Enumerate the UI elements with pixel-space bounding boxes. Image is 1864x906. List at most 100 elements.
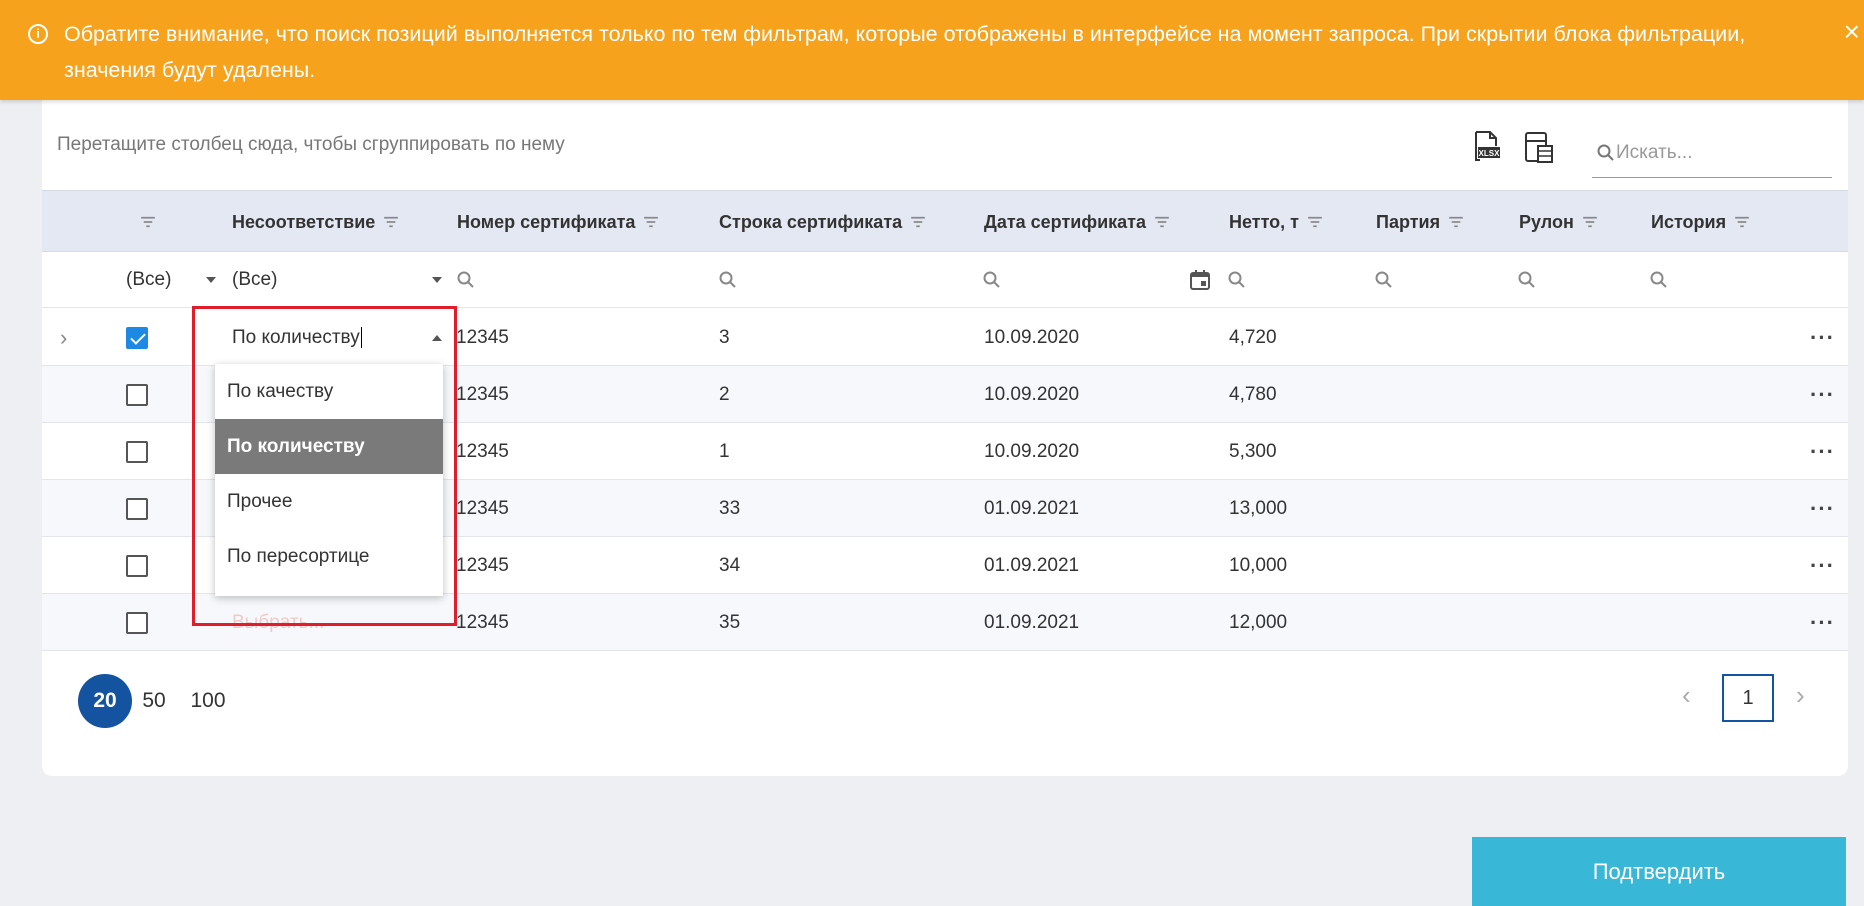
- column-label: Нетто, т: [1229, 211, 1299, 232]
- column-chooser-icon[interactable]: [1522, 130, 1554, 164]
- checkbox[interactable]: [126, 497, 148, 520]
- cert-line-cell: 2: [719, 383, 730, 405]
- cert-number-filter[interactable]: [456, 252, 476, 308]
- row-checkbox[interactable]: [126, 309, 148, 366]
- calendar-icon[interactable]: [1189, 252, 1211, 308]
- cert-line-cell: 1: [719, 440, 730, 462]
- cert-number-cell: 12345: [456, 611, 509, 633]
- more-actions-icon[interactable]: ···: [1810, 594, 1835, 651]
- cert-line-filter[interactable]: [718, 252, 738, 308]
- cert-date-cell: 10.09.2020: [984, 326, 1080, 348]
- checkbox[interactable]: [126, 554, 148, 577]
- checkbox[interactable]: [126, 326, 148, 349]
- net-cell: 10,000: [1229, 554, 1288, 576]
- search-icon: [1518, 271, 1535, 288]
- filter-icon[interactable]: [1154, 216, 1170, 228]
- cert-number-cell: 12345: [456, 440, 509, 462]
- roll-filter[interactable]: [1517, 252, 1537, 308]
- column-label: Строка сертификата: [719, 211, 903, 232]
- row-checkbox[interactable]: [126, 537, 148, 594]
- chevron-down-icon: [432, 277, 442, 283]
- filter-icon[interactable]: [643, 216, 659, 228]
- row-checkbox[interactable]: [126, 594, 148, 651]
- banner-text: Обратите внимание, что поиск позиций вып…: [64, 22, 1746, 82]
- history-filter[interactable]: [1649, 252, 1669, 308]
- checkbox[interactable]: [126, 383, 148, 406]
- column-header-roll[interactable]: Рулон: [1519, 191, 1598, 253]
- row-checkbox[interactable]: [126, 423, 148, 480]
- chevron-left-icon[interactable]: ‹: [1682, 680, 1691, 711]
- net-cell: 4,720: [1229, 326, 1277, 348]
- expand-chevron-icon[interactable]: ›: [60, 309, 67, 366]
- column-header-cert-number[interactable]: Номер сертификата: [457, 191, 659, 253]
- filter-icon[interactable]: [1307, 216, 1323, 228]
- close-icon[interactable]: ×: [1844, 18, 1860, 46]
- column-label: Номер сертификата: [457, 211, 636, 232]
- batch-filter[interactable]: [1374, 252, 1394, 308]
- column-label: История: [1651, 211, 1727, 232]
- page-number-button[interactable]: 1: [1722, 674, 1774, 722]
- mismatch-filter-dropdown[interactable]: (Все): [232, 252, 442, 308]
- mismatch-filter-value: (Все): [232, 269, 278, 290]
- page-size-20[interactable]: 20: [78, 674, 132, 728]
- cert-number-cell: 12345: [456, 554, 509, 576]
- column-header-cert-date[interactable]: Дата сертификата: [984, 191, 1170, 253]
- checkbox[interactable]: [126, 611, 148, 634]
- cert-date-cell: 10.09.2020: [984, 440, 1080, 462]
- page-size-100[interactable]: 100: [182, 674, 234, 728]
- net-cell: 12,000: [1229, 611, 1288, 633]
- search-icon: [1375, 271, 1392, 288]
- more-actions-icon[interactable]: ···: [1810, 366, 1835, 423]
- cert-date-cell: 01.09.2021: [984, 611, 1080, 633]
- net-cell: 4,780: [1229, 383, 1277, 405]
- net-filter[interactable]: [1227, 252, 1247, 308]
- cert-date-filter[interactable]: [982, 252, 1002, 308]
- cert-line-cell: 35: [719, 611, 741, 633]
- svg-text:XLSX: XLSX: [1479, 149, 1501, 158]
- search-icon: [1650, 271, 1667, 288]
- info-icon: i: [28, 24, 48, 44]
- column-label: Рулон: [1519, 211, 1574, 232]
- checkbox[interactable]: [126, 440, 148, 463]
- filter-icon[interactable]: [140, 216, 156, 228]
- select-column-filter[interactable]: [132, 191, 156, 253]
- confirm-button[interactable]: Подтвердить: [1472, 837, 1846, 906]
- column-header-history[interactable]: История: [1651, 191, 1750, 253]
- cert-line-cell: 33: [719, 497, 741, 519]
- column-label: Несоответствие: [232, 211, 376, 232]
- cert-number-cell: 12345: [456, 326, 509, 348]
- net-cell: 5,300: [1229, 440, 1277, 462]
- more-actions-icon[interactable]: ···: [1810, 480, 1835, 537]
- filter-icon[interactable]: [383, 216, 399, 228]
- select-filter-dropdown[interactable]: (Все): [126, 252, 216, 308]
- more-actions-icon[interactable]: ···: [1810, 423, 1835, 480]
- more-actions-icon[interactable]: ···: [1810, 537, 1835, 594]
- column-header-net[interactable]: Нетто, т: [1229, 191, 1323, 253]
- filter-icon[interactable]: [910, 216, 926, 228]
- search-icon: [1597, 144, 1614, 161]
- filter-icon[interactable]: [1582, 216, 1598, 228]
- chevron-right-icon[interactable]: ›: [1796, 680, 1805, 711]
- column-header-batch[interactable]: Партия: [1376, 191, 1464, 253]
- warning-banner: i Обратите внимание, что поиск позиций в…: [0, 0, 1864, 100]
- search-icon: [983, 271, 1000, 288]
- row-checkbox[interactable]: [126, 480, 148, 537]
- filter-icon[interactable]: [1734, 216, 1750, 228]
- cert-number-cell: 12345: [456, 497, 509, 519]
- cert-line-cell: 34: [719, 554, 741, 576]
- filter-icon[interactable]: [1448, 216, 1464, 228]
- more-actions-icon[interactable]: ···: [1810, 309, 1835, 366]
- row-checkbox[interactable]: [126, 366, 148, 423]
- search-input[interactable]: [1616, 141, 1816, 164]
- column-label: Дата сертификата: [984, 211, 1146, 232]
- group-panel-hint: Перетащите столбец сюда, чтобы сгруппиро…: [57, 134, 565, 155]
- filter-row: (Все) (Все): [42, 252, 1848, 308]
- column-header-mismatch[interactable]: Несоответствие: [232, 191, 399, 253]
- cert-line-cell: 3: [719, 326, 730, 348]
- column-header-cert-line[interactable]: Строка сертификата: [719, 191, 926, 253]
- page-size-50[interactable]: 50: [134, 674, 174, 728]
- highlight-annotation: [192, 306, 457, 626]
- grid-search-box[interactable]: [1592, 128, 1832, 178]
- net-cell: 13,000: [1229, 497, 1288, 519]
- export-xlsx-icon[interactable]: XLSX: [1470, 130, 1502, 164]
